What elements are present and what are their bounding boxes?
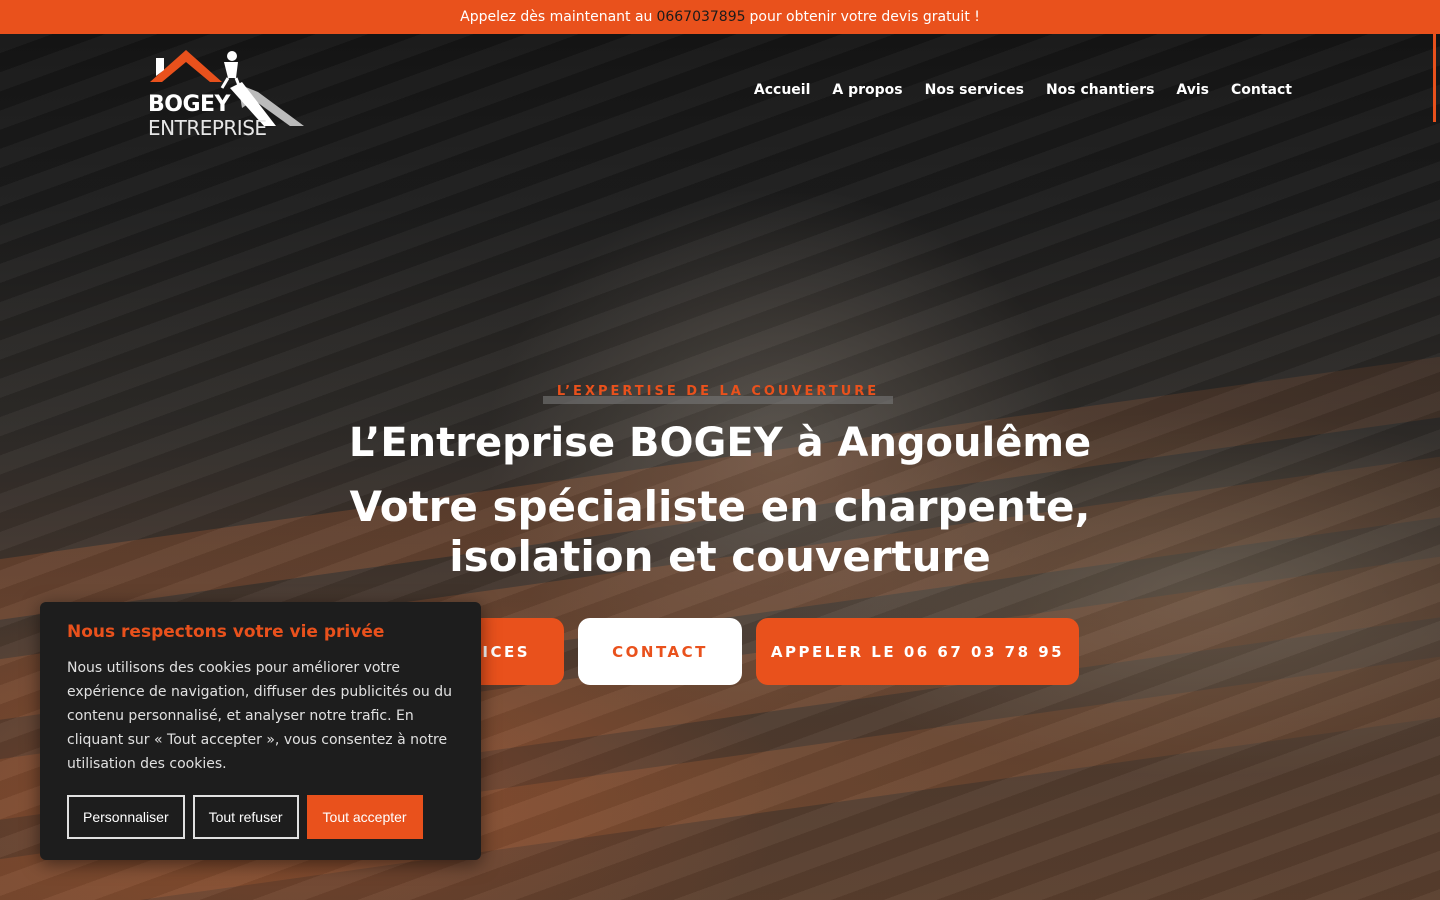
announcement-phone-link[interactable]: 0667037895 [656,9,745,25]
company-logo[interactable]: BOGEY ENTREPRISE [146,48,306,140]
nav-nos-services[interactable]: Nos services [925,82,1024,98]
nav-contact[interactable]: Contact [1231,82,1292,98]
announcement-prefix: Appelez dès maintenant au [460,9,653,25]
nav-nos-chantiers[interactable]: Nos chantiers [1046,82,1154,98]
logo-text-bogey: BOGEY [148,92,231,117]
cookie-reject-button[interactable]: Tout refuser [192,795,299,839]
nav-avis[interactable]: Avis [1176,82,1209,98]
hero-title: L’Entreprise BOGEY à Angoulême [348,420,1092,466]
call-button[interactable]: APPELER LE 06 67 03 78 95 [756,618,1079,685]
cookie-title: Nous respectons votre vie privée [67,622,385,642]
cookie-customize-button[interactable]: Personnaliser [67,795,185,839]
cookie-text: Nous utilisons des cookies pour améliore… [67,660,452,772]
hero-subtitle: Votre spécialiste en charpente, isolatio… [349,482,1091,581]
contact-button[interactable]: CONTACT [578,618,742,685]
cookie-actions: Personnaliser Tout refuser Tout accepter [67,795,423,839]
cookie-accept-button[interactable]: Tout accepter [306,795,423,839]
cookie-consent-banner: Nous respectons votre vie privée Nous ut… [40,602,481,860]
hero-eyebrow: L’EXPERTISE DE LA COUVERTURE [556,384,880,399]
nav-a-propos[interactable]: A propos [832,82,902,98]
nav-accueil[interactable]: Accueil [754,82,811,98]
site-header: BOGEY ENTREPRISE Accueil A propos Nos se… [0,34,1440,154]
top-announcement-bar: Appelez dès maintenant au 0667037895 pou… [0,0,1440,34]
scroll-indicator [1433,34,1436,122]
logo-text-entreprise: ENTREPRISE [148,116,267,140]
main-navigation: Accueil A propos Nos services Nos chanti… [754,82,1292,98]
announcement-suffix: pour obtenir votre devis gratuit ! [749,9,980,25]
